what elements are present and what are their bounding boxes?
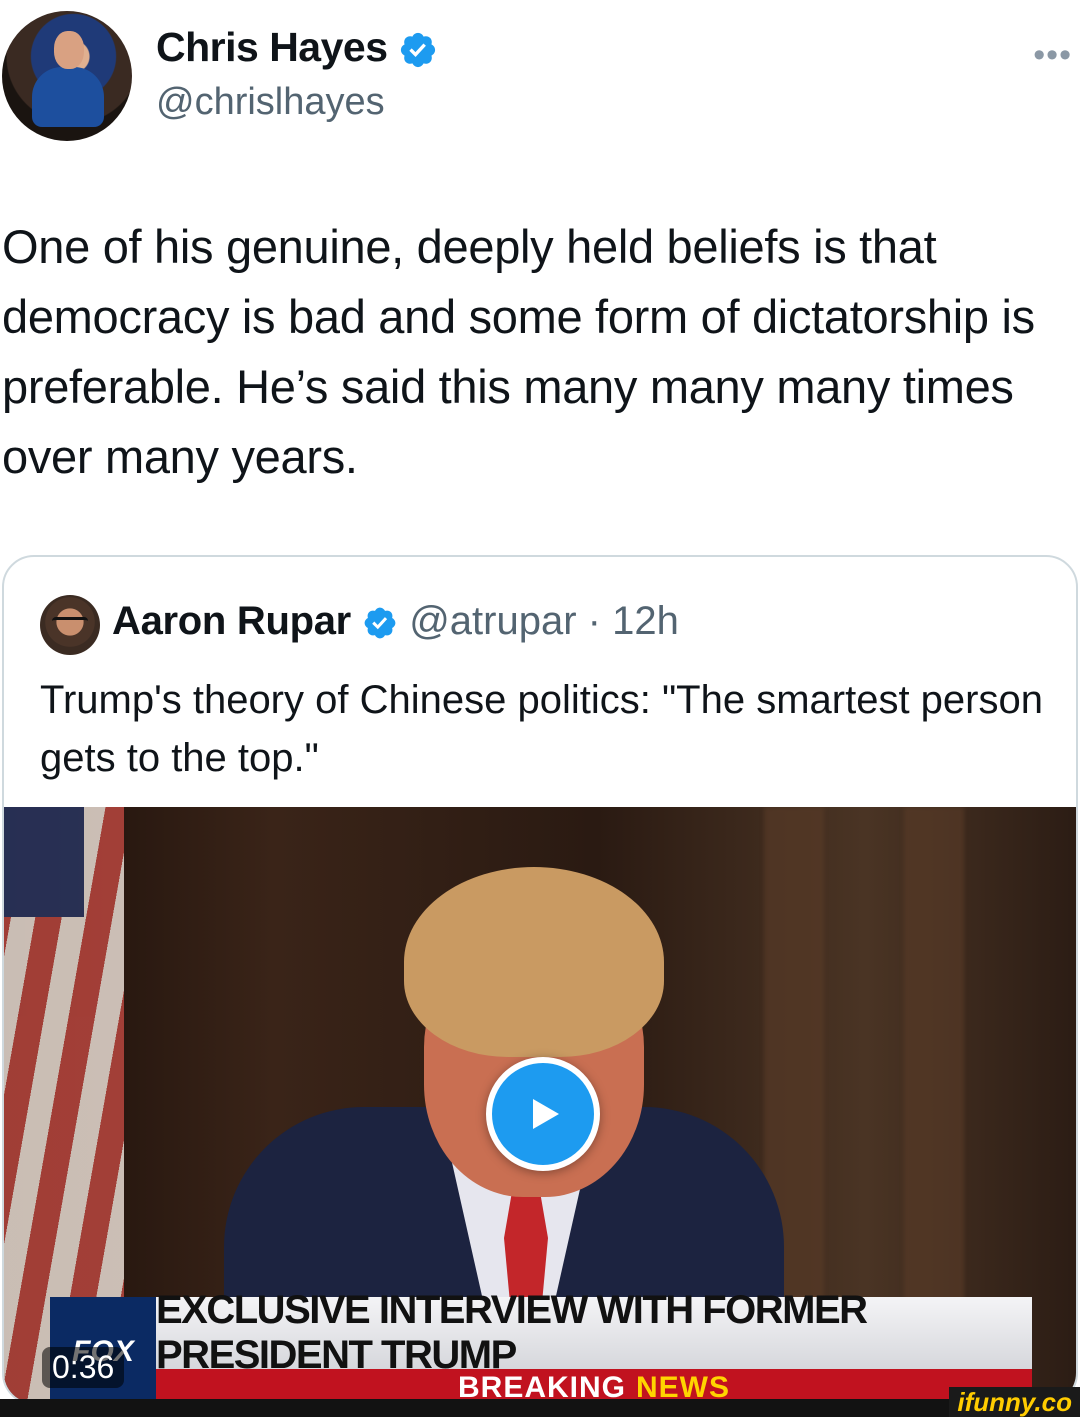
quoted-header: Aaron Rupar @atrupar · 12h — [112, 599, 679, 644]
more-options-icon[interactable]: ••• — [1033, 36, 1072, 75]
ifunny-watermark: ifunny.co — [949, 1387, 1080, 1417]
quoted-author-handle[interactable]: @atrupar — [409, 599, 576, 643]
author-handle[interactable]: @chrislhayes — [156, 81, 385, 124]
video-subject-hair — [404, 867, 664, 1057]
separator-dot: · — [587, 599, 601, 643]
quoted-tweet-card[interactable]: Aaron Rupar @atrupar · 12h Trump's theor… — [2, 555, 1078, 1405]
author-avatar[interactable] — [2, 11, 132, 141]
chyron-headline: EXCLUSIVE INTERVIEW WITH FORMER PRESIDEN… — [156, 1288, 1032, 1377]
author-name[interactable]: Chris Hayes — [156, 24, 388, 70]
quoted-tweet-text: Trump's theory of Chinese politics: "The… — [40, 678, 1043, 780]
quoted-author-avatar[interactable] — [40, 595, 100, 655]
video-duration: 0:36 — [42, 1347, 125, 1388]
bottom-strip — [0, 1399, 1080, 1417]
tweet-text: One of his genuine, deeply held beliefs … — [2, 220, 1035, 483]
play-button[interactable] — [486, 1057, 600, 1171]
video-player[interactable]: FOX EXCLUSIVE INTERVIEW WITH FORMER PRES… — [4, 807, 1076, 1403]
verified-badge-icon — [401, 33, 436, 68]
quoted-timestamp[interactable]: 12h — [612, 599, 679, 643]
author-name-row[interactable]: Chris Hayes — [156, 24, 438, 71]
play-icon — [533, 1099, 559, 1129]
quoted-author-name[interactable]: Aaron Rupar — [112, 599, 351, 643]
verified-badge-icon — [364, 608, 396, 639]
